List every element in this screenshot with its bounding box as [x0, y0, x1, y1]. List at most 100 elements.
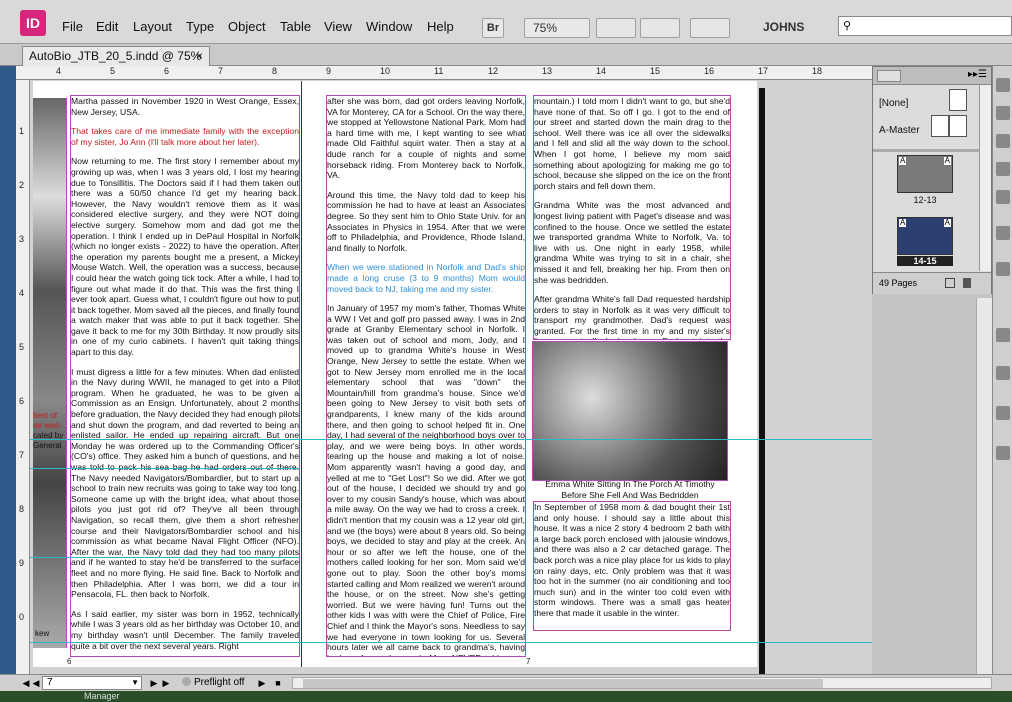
gradient-icon[interactable]	[996, 446, 1010, 460]
paragraph: after she was born, dad got orders leavi…	[327, 96, 525, 181]
previous-page-icon[interactable]: ◀	[30, 677, 42, 689]
indesign-window: ID File Edit Layout Type Object Table Vi…	[0, 0, 1012, 702]
ruler-tick: 6	[164, 66, 170, 76]
ruler-guide[interactable]	[30, 557, 300, 558]
screen-mode-button[interactable]	[640, 18, 680, 38]
spread-thumbnail-14-15[interactable]: A A	[897, 217, 953, 255]
taskbar-item-label[interactable]: Manager	[84, 691, 120, 701]
paragraph: Martha passed in November 1920 in West O…	[71, 96, 299, 117]
close-tab-icon[interactable]: ×	[196, 47, 203, 65]
page-count: 49 Pages	[879, 278, 918, 288]
partial-footer-text: kew	[35, 629, 50, 638]
pasteboard[interactable]: best of eir wed- cated by General kew Ma…	[30, 80, 872, 674]
photo-frame-partial[interactable]	[33, 98, 67, 648]
vertical-scrollbar[interactable]	[976, 298, 992, 674]
a-master-label[interactable]: A-Master	[879, 125, 920, 136]
page-number-field[interactable]: 7 ▼	[42, 676, 142, 690]
paragraph: mountain.) I told mom I didn't want to g…	[534, 96, 730, 191]
next-page-icon[interactable]: ▶	[148, 677, 160, 689]
bridge-button[interactable]: Br	[482, 18, 504, 38]
trash-icon[interactable]	[963, 278, 971, 288]
pages-icon[interactable]	[996, 78, 1010, 92]
master-indicator: A	[943, 218, 951, 227]
photo-caption-line: Before She Fell And Was Bedridden	[561, 490, 699, 500]
open-button-icon[interactable]: ■	[272, 677, 284, 689]
new-page-icon[interactable]	[945, 278, 955, 288]
horizontal-scrollbar[interactable]	[292, 677, 992, 689]
ruler-tick: 7	[19, 450, 25, 460]
preflight-menu-icon[interactable]: ▶	[256, 677, 268, 689]
menu-type[interactable]: Type	[186, 19, 214, 34]
text-frame-column-1[interactable]: Martha passed in November 1920 in West O…	[70, 95, 300, 657]
page-6[interactable]: best of eir wed- cated by General kew Ma…	[33, 81, 301, 667]
chevron-down-icon[interactable]: ▼	[131, 677, 139, 689]
spread-label[interactable]: 12-13	[897, 195, 953, 205]
menu-view[interactable]: View	[324, 19, 352, 34]
preflight-label: Preflight off	[194, 677, 245, 688]
workspace-switcher[interactable]: JOHNS	[763, 20, 804, 34]
search-input[interactable]: ⚲	[838, 16, 1012, 36]
text-wrap-icon[interactable]	[996, 328, 1010, 342]
document-tab[interactable]: AutoBio_JTB_20_5.indd @ 75% ×	[22, 46, 210, 66]
master-indicator: A	[899, 156, 907, 165]
panel-divider[interactable]	[873, 149, 979, 152]
photo-caption: Emma White Sitting In The Porch At Timot…	[532, 479, 728, 501]
master-none-label[interactable]: [None]	[879, 98, 908, 109]
document-tab-bar: AutoBio_JTB_20_5.indd @ 75% ×	[0, 44, 1012, 66]
photo-emma-white[interactable]	[532, 341, 728, 481]
horizontal-scrollbar-thumb[interactable]	[303, 679, 823, 688]
paragraph-icon[interactable]	[996, 262, 1010, 276]
menu-window[interactable]: Window	[366, 19, 412, 34]
ruler-tick: 9	[326, 66, 332, 76]
ruler-tick: 2	[19, 180, 25, 190]
ruler-guide[interactable]	[30, 468, 300, 469]
view-options-button[interactable]	[596, 18, 636, 38]
a-master-thumbnail-left[interactable]	[931, 115, 949, 137]
swatches-icon[interactable]	[996, 190, 1010, 204]
ruler-tick: 5	[110, 66, 116, 76]
menu-object[interactable]: Object	[228, 19, 266, 34]
ruler-tick: 16	[704, 66, 715, 76]
menu-help[interactable]: Help	[427, 19, 454, 34]
links-icon[interactable]	[996, 134, 1010, 148]
spread-thumbnail-12-13[interactable]: A A	[897, 155, 953, 193]
text-frame-column-2[interactable]: after she was born, dad got orders leavi…	[326, 95, 526, 657]
pages-panel: ▸▸☰ [None] A-Master A A 12-13 A A 14-15 …	[872, 66, 992, 294]
menu-table[interactable]: Table	[280, 19, 311, 34]
paragraph: As I said earlier, my sister was born in…	[71, 608, 299, 651]
arrange-documents-button[interactable]	[690, 18, 730, 38]
zoom-level-select[interactable]: 75%	[524, 18, 590, 38]
spread-label-selected[interactable]: 14-15	[897, 256, 953, 266]
preflight-status[interactable]: Preflight off	[182, 677, 244, 689]
paragraph: Now returning to me. The first story I r…	[71, 156, 299, 358]
menu-file[interactable]: File	[62, 19, 83, 34]
ruler-guide[interactable]	[30, 642, 872, 643]
paragraph: When we were stationed in Norfolk and Da…	[327, 262, 525, 294]
text-frame-column-3-bottom[interactable]: In September of 1958 mom & dad bought th…	[533, 501, 731, 631]
status-bar: ◀ ◀ 7 ▼ ▶ ▶ Preflight off ▶ ■	[0, 674, 1012, 691]
ruler-tick: 8	[19, 504, 25, 514]
menu-layout[interactable]: Layout	[133, 19, 172, 34]
horizontal-ruler[interactable]: 4 5 6 7 8 9 10 11 12 13 14 15 16 17 18	[16, 66, 872, 80]
pages-panel-scrollbar[interactable]	[979, 85, 991, 271]
vertical-ruler[interactable]: 1 2 3 4 5 6 7 8 9 0	[16, 80, 30, 674]
layers-icon[interactable]	[996, 106, 1010, 120]
a-master-thumbnail-right[interactable]	[949, 115, 967, 137]
menu-edit[interactable]: Edit	[96, 19, 118, 34]
ruler-guide[interactable]	[30, 439, 872, 440]
master-none-thumbnail[interactable]	[949, 89, 967, 111]
menu-bar: ID File Edit Layout Type Object Table Vi…	[0, 0, 1012, 44]
stroke-icon[interactable]	[996, 162, 1010, 176]
panel-menu-icon[interactable]: ▸▸☰	[968, 69, 987, 80]
align-icon[interactable]	[996, 366, 1010, 380]
text-frame-column-3-top[interactable]: mountain.) I told mom I didn't want to g…	[533, 95, 731, 340]
pages-panel-footer: 49 Pages	[873, 272, 991, 294]
ruler-tick: 6	[19, 396, 25, 406]
last-page-icon[interactable]: ▶	[160, 677, 172, 689]
paragraph: In September of 1958 mom & dad bought th…	[534, 502, 730, 618]
character-icon[interactable]	[996, 226, 1010, 240]
page-number-value: 7	[47, 677, 53, 688]
effects-icon[interactable]	[996, 406, 1010, 420]
ruler-tick: 7	[218, 66, 224, 76]
pages-panel-tab[interactable]	[877, 70, 901, 82]
